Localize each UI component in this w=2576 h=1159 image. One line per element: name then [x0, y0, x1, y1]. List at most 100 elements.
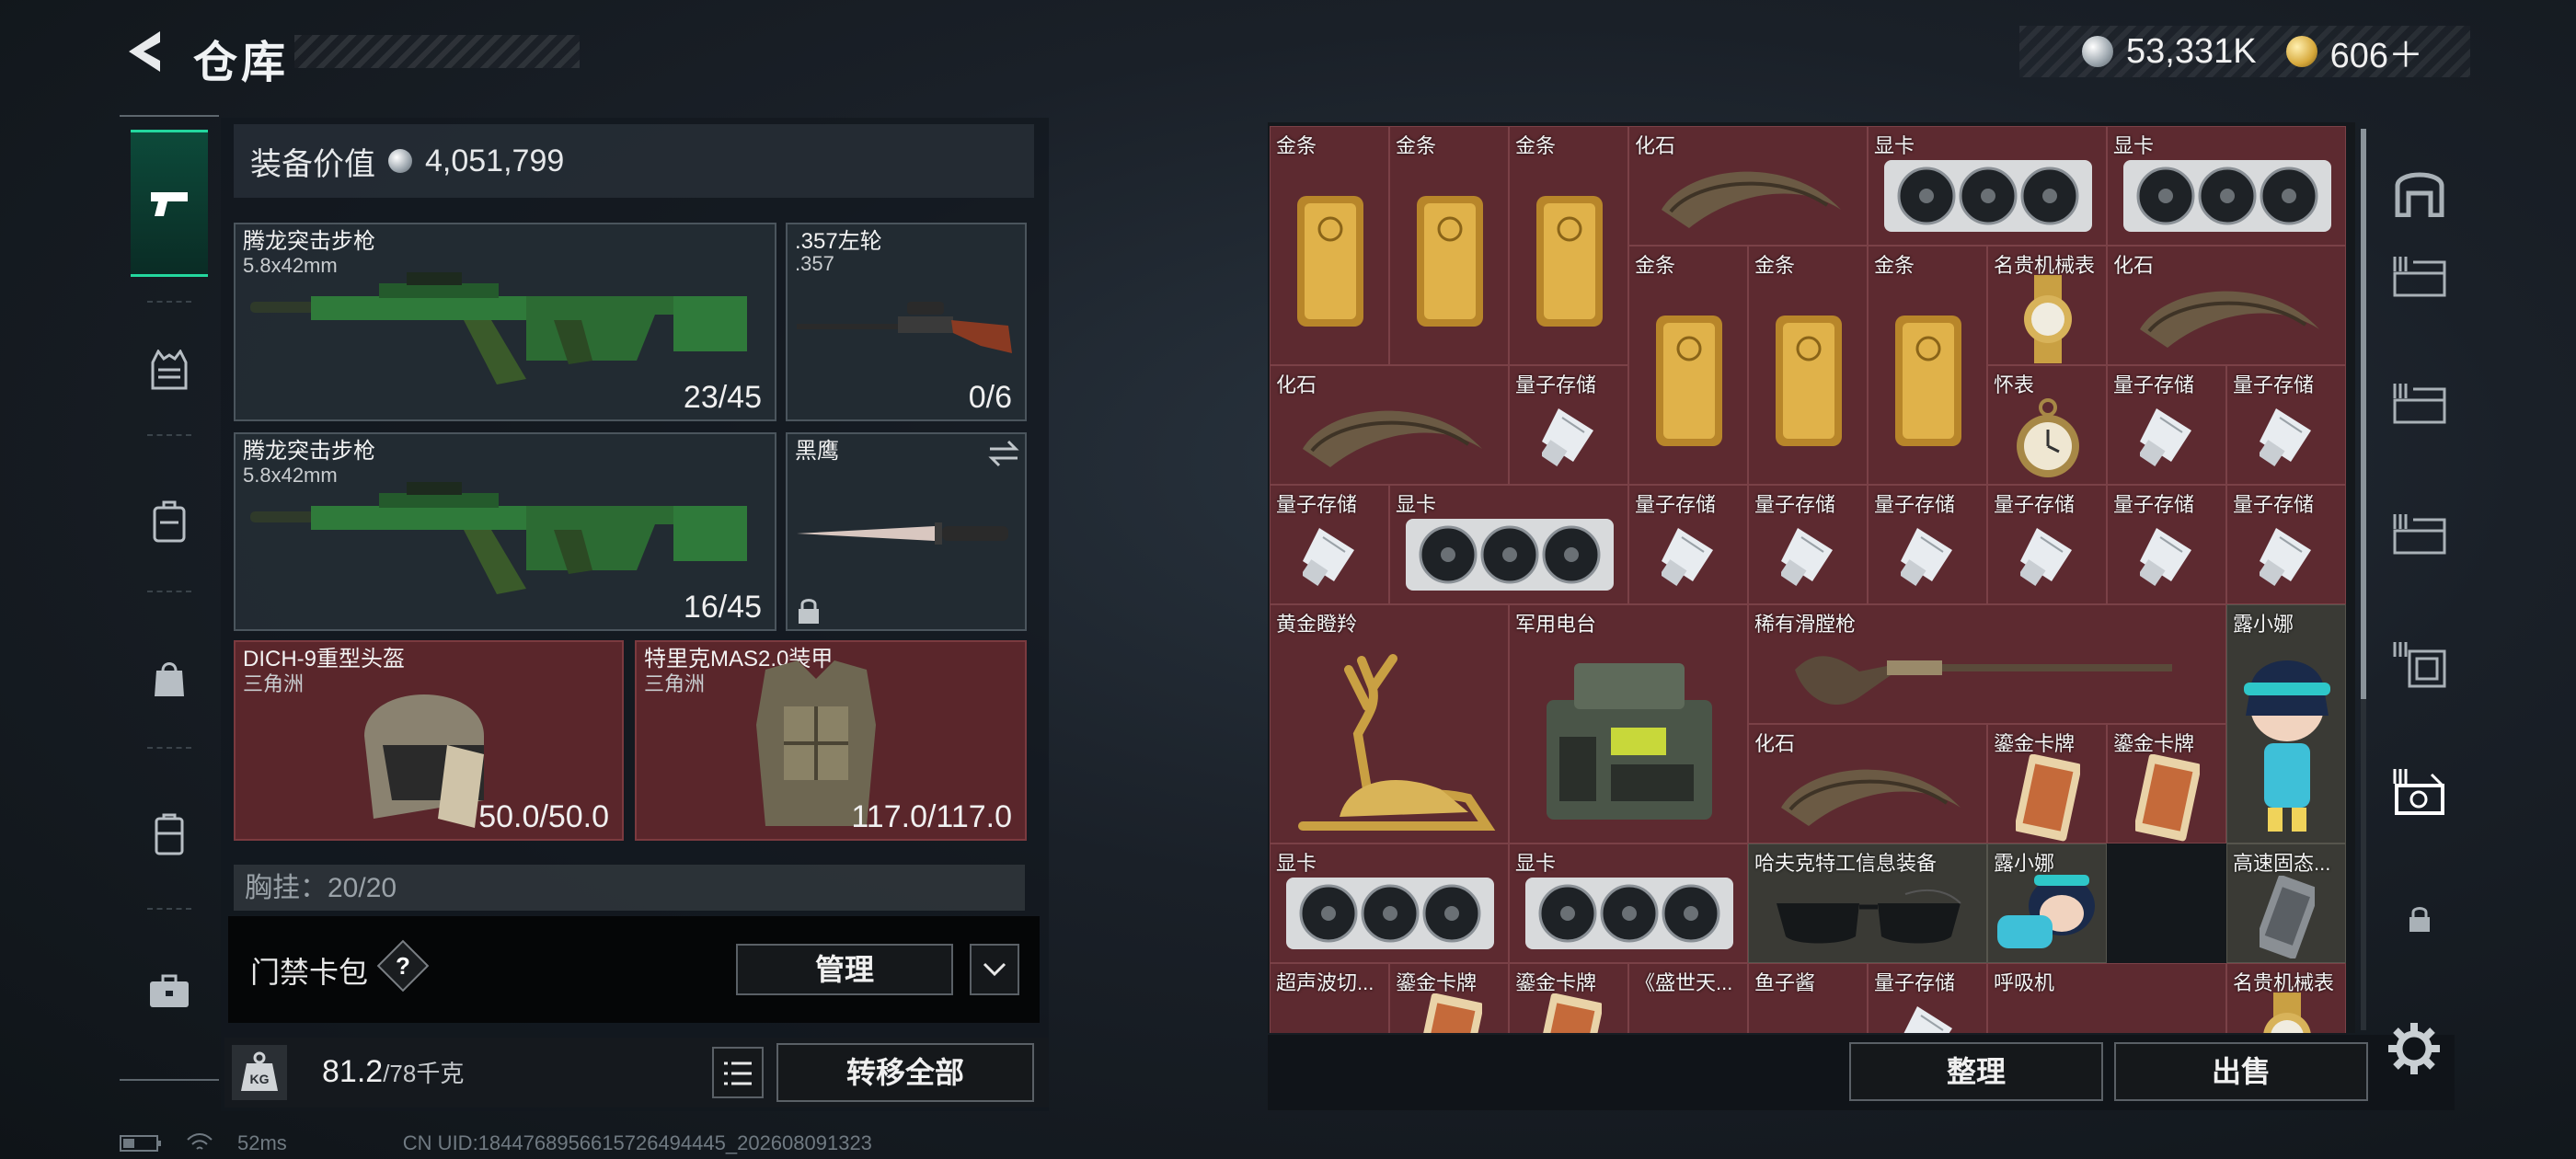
stash-item[interactable]: 显卡: [2107, 126, 2346, 246]
stash-item[interactable]: 化石: [1748, 724, 1987, 843]
category-toolbox[interactable]: [131, 954, 208, 1027]
stash-item[interactable]: 量子存储: [2226, 365, 2346, 485]
stash-item[interactable]: 金条: [1748, 246, 1868, 485]
stash-item[interactable]: 鎏金卡牌: [1509, 963, 1628, 1033]
stash-item[interactable]: 量子存储: [2107, 485, 2226, 604]
knife-icon: [797, 522, 1008, 545]
stash-item[interactable]: 呼吸机: [1987, 963, 2226, 1033]
stash-item[interactable]: 显卡: [1270, 843, 1509, 963]
quantum-storage-icon: [2260, 528, 2311, 587]
stash-item[interactable]: 量子存储: [2107, 365, 2226, 485]
armor-slot[interactable]: 特里克MAS2.0装甲 三角洲 117.0/117.0: [635, 640, 1027, 841]
stash-item[interactable]: 化石: [2107, 246, 2346, 365]
fossil-claw-icon: [1662, 171, 1841, 228]
stash-item[interactable]: 哈夫克特工信息装备: [1748, 843, 1987, 963]
stash-item[interactable]: 量子存储: [1628, 485, 1748, 604]
weapon-name: 腾龙突击步枪: [243, 439, 375, 464]
stash-item-name: 怀表: [1994, 373, 2035, 396]
stash-item[interactable]: 名贵机械表: [2226, 963, 2346, 1033]
graphics-card-icon: [1525, 878, 1733, 949]
stash-item-name: 量子存储: [1754, 493, 1836, 516]
stash-item[interactable]: 量子存储: [1748, 485, 1868, 604]
stash-item[interactable]: 量子存储: [1868, 485, 1987, 604]
stash-page-4-tab[interactable]: [2386, 631, 2453, 697]
stash-item[interactable]: 《盛世天...: [1628, 963, 1748, 1033]
category-case[interactable]: [131, 798, 208, 871]
stash-item[interactable]: 露小娜: [2226, 604, 2346, 843]
stash-item[interactable]: 化石: [1628, 126, 1868, 246]
stash-page-1-tab[interactable]: [2386, 243, 2453, 309]
stash-item-name: 量子存储: [2233, 493, 2315, 516]
stash-item[interactable]: 高速固态...: [2226, 843, 2346, 963]
help-icon[interactable]: ?: [376, 939, 430, 993]
quantum-storage-icon: [1662, 528, 1713, 587]
stash-item-name: 金条: [1276, 134, 1317, 157]
manage-button[interactable]: 管理: [736, 944, 953, 995]
stash-item-name: 名贵机械表: [1994, 254, 2096, 277]
stash-item[interactable]: 黄金瞪羚: [1270, 604, 1509, 843]
stash-item[interactable]: 金条: [1628, 246, 1748, 485]
stash-item[interactable]: 量子存储: [1987, 485, 2107, 604]
secondary-weapon-slot[interactable]: .357左轮 .357 0/6: [786, 223, 1027, 421]
graphics-card-icon: [2123, 160, 2331, 232]
swap-icon[interactable]: [988, 440, 1019, 467]
chest-rig-row[interactable]: 胸挂：20/20: [234, 865, 1025, 911]
stash-item[interactable]: 军用电台: [1509, 604, 1748, 843]
battery-icon: [120, 1135, 161, 1152]
stash-item[interactable]: 露小娜: [1987, 843, 2107, 963]
stash-item[interactable]: 超声波切...: [1270, 963, 1389, 1033]
stash-item[interactable]: 金条: [1389, 126, 1509, 365]
stash-item[interactable]: 金条: [1270, 126, 1389, 365]
stash-item[interactable]: 鎏金卡牌: [1389, 963, 1509, 1033]
category-bag[interactable]: [131, 641, 208, 715]
back-button[interactable]: [120, 26, 167, 77]
helmet-slot[interactable]: DICH-9重型头盔 三角洲 50.0/50.0: [234, 640, 624, 841]
luxury-watch-icon: [2263, 993, 2311, 1033]
stash-item-name: 鎏金卡牌: [1994, 732, 2076, 755]
stash-item[interactable]: 量子存储: [1270, 485, 1389, 604]
gold-balance[interactable]: 606＋: [2330, 27, 2423, 77]
stash-item[interactable]: 鎏金卡牌: [1987, 724, 2107, 843]
stash-page-3-tab[interactable]: [2386, 500, 2453, 567]
stash-item-name: 金条: [1515, 134, 1557, 157]
sort-button[interactable]: 整理: [1849, 1042, 2103, 1101]
sell-button[interactable]: 出售: [2114, 1042, 2368, 1101]
stash-item[interactable]: 量子存储: [2226, 485, 2346, 604]
primary-weapon-slot[interactable]: 腾龙突击步枪 5.8x42mm 23/45: [234, 223, 776, 421]
stash-scrollbar-thumb[interactable]: [2361, 129, 2366, 699]
stash-item[interactable]: 显卡: [1509, 843, 1748, 963]
category-weapons[interactable]: [131, 130, 208, 277]
stash-item-name: 黄金瞪羚: [1276, 613, 1358, 636]
stash-item[interactable]: 金条: [1509, 126, 1628, 365]
category-rail: [120, 115, 219, 1081]
stash-page-5-tab[interactable]: [2386, 760, 2453, 826]
stash-item-name: 鎏金卡牌: [1396, 971, 1478, 994]
stash-item[interactable]: 金条: [1868, 246, 1987, 485]
stash-item[interactable]: 显卡: [1868, 126, 2107, 246]
melee-slot[interactable]: 黑鹰: [786, 432, 1027, 631]
stash-item[interactable]: 显卡: [1389, 485, 1628, 604]
stash-item[interactable]: 鱼子酱: [1748, 963, 1868, 1033]
stash-item[interactable]: 量子存储: [1509, 365, 1628, 485]
stash-item[interactable]: 化石: [1270, 365, 1509, 485]
category-backpack[interactable]: [131, 485, 208, 558]
stash-item[interactable]: 稀有滑膛枪: [1748, 604, 2226, 724]
stash-item[interactable]: 量子存储: [1868, 963, 1987, 1033]
stash-item[interactable]: 名贵机械表: [1987, 246, 2107, 365]
category-chest-rig[interactable]: [131, 333, 208, 407]
stash-page-2-tab[interactable]: [2386, 370, 2453, 436]
stash-item[interactable]: 鎏金卡牌: [2107, 724, 2226, 843]
transfer-all-button[interactable]: 转移全部: [776, 1043, 1034, 1102]
primary-weapon-slot-2[interactable]: 腾龙突击步枪 5.8x42mm 16/45: [234, 432, 776, 631]
stash-home-tab[interactable]: [2386, 158, 2453, 224]
expand-button[interactable]: [970, 944, 1019, 995]
gilded-card-icon: [1418, 993, 1482, 1033]
weight-kg-icon: KG: [232, 1045, 287, 1100]
golden-gazelle-icon: [1298, 654, 1496, 831]
gilded-card-icon: [2016, 753, 2080, 841]
stash-item-name: 量子存储: [1874, 493, 1956, 516]
list-view-button[interactable]: [712, 1047, 764, 1098]
settings-button[interactable]: [2385, 1019, 2444, 1078]
gilded-card-icon: [2135, 753, 2200, 841]
stash-item[interactable]: 怀表: [1987, 365, 2107, 485]
